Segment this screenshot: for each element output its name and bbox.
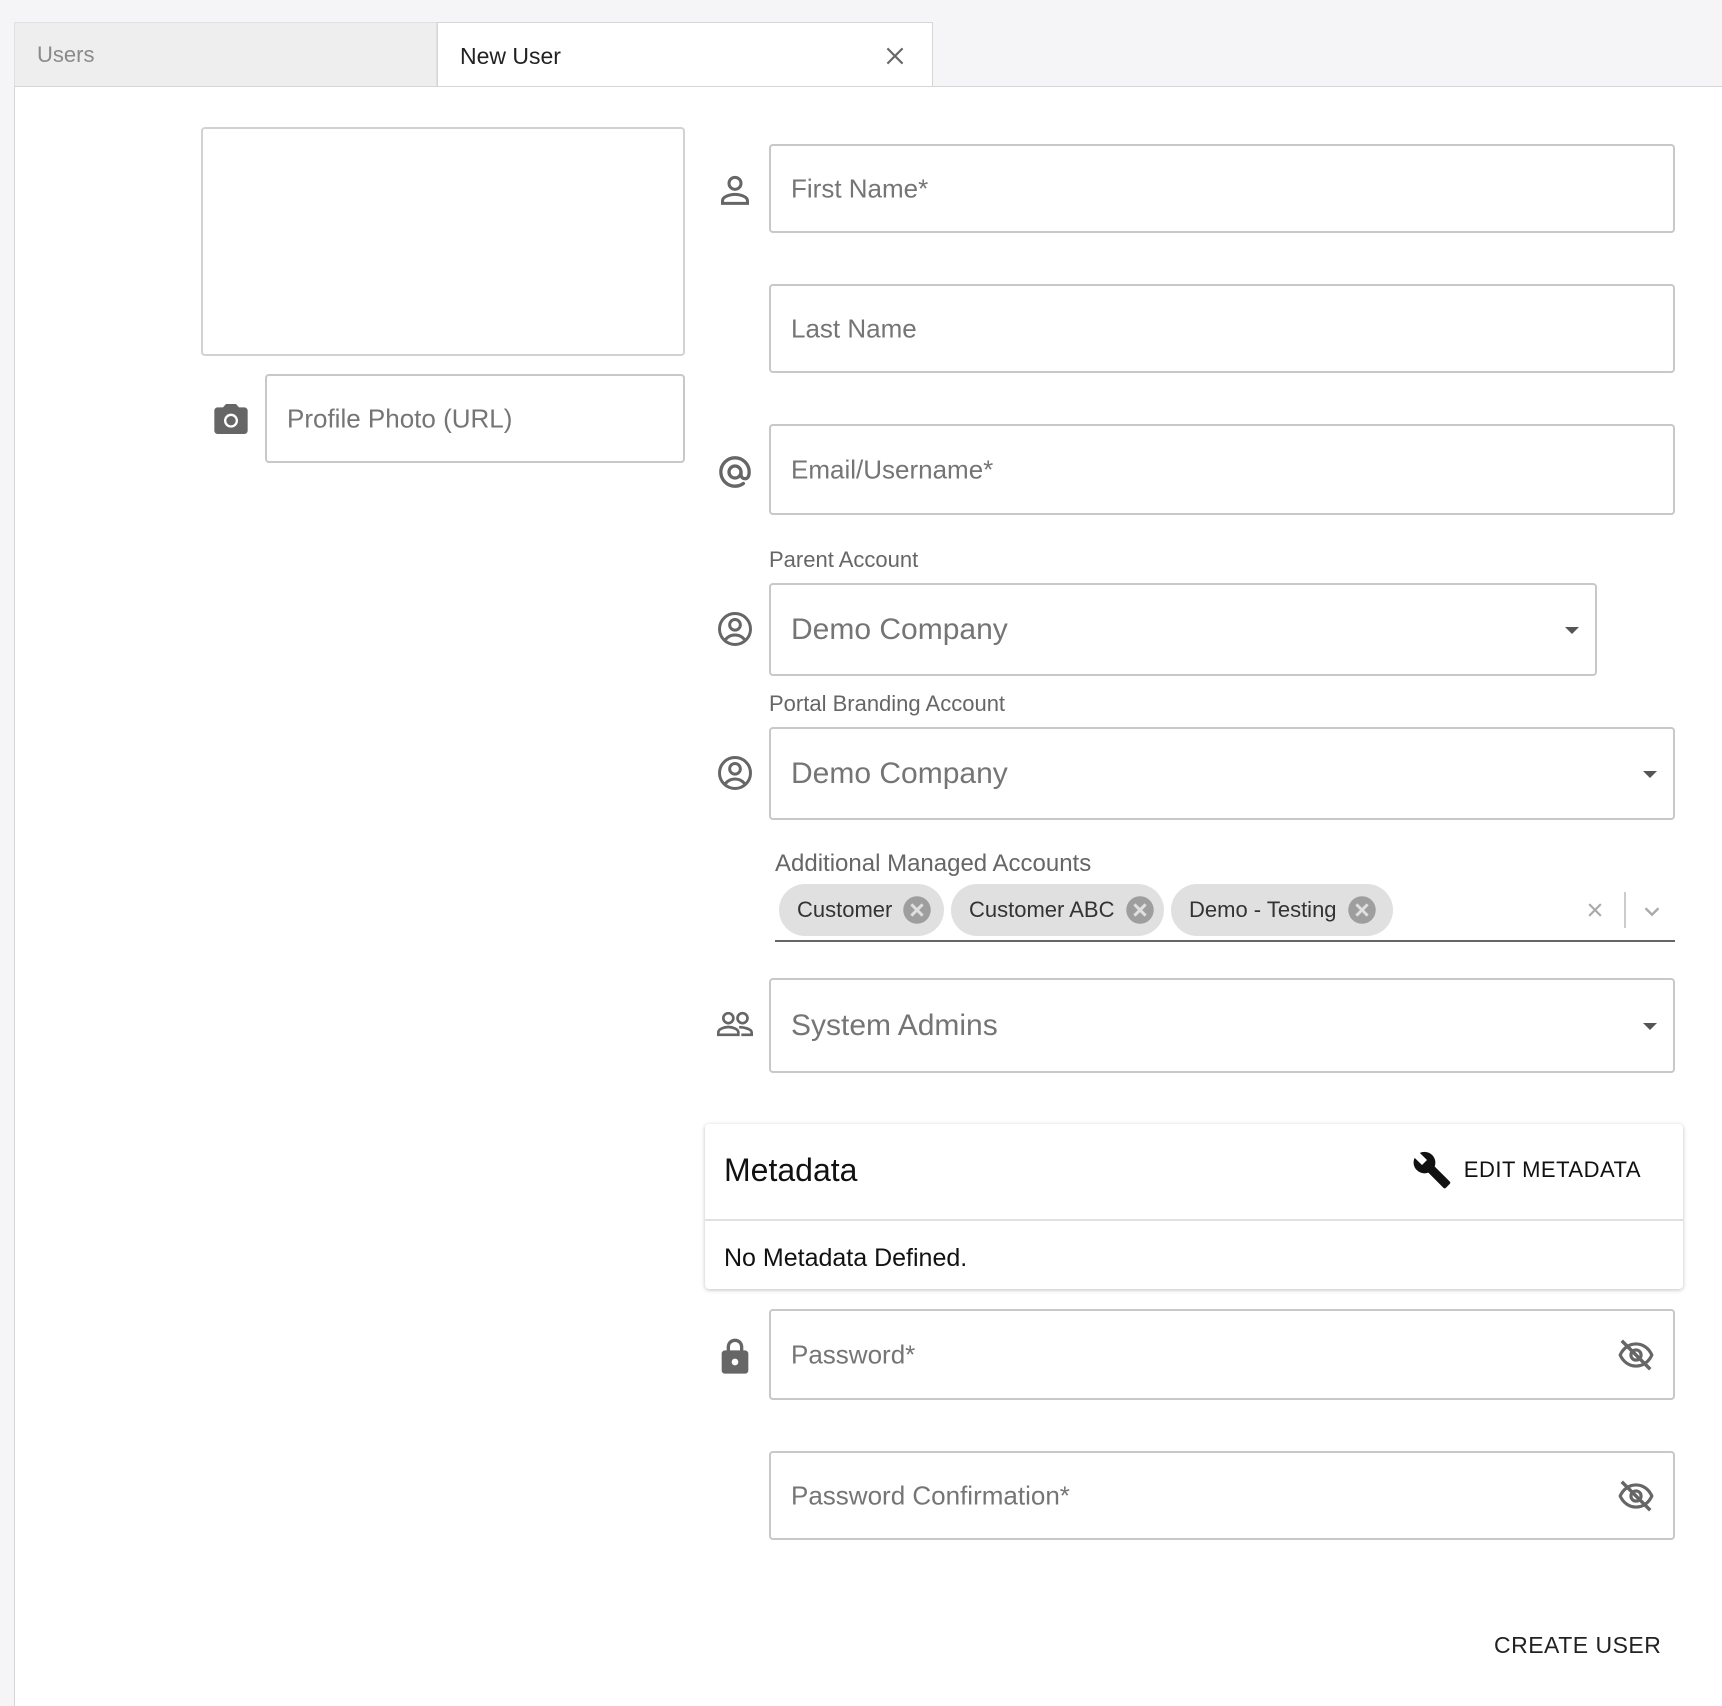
chevron-down-icon [1643,770,1657,778]
last-name-input[interactable]: Last Name [769,284,1675,373]
tab-new-user[interactable]: New User [437,22,933,88]
metadata-empty-text: No Metadata Defined. [724,1244,968,1272]
divider [1624,892,1626,928]
visibility-off-icon[interactable] [1617,1477,1655,1515]
password-input[interactable]: Password* [769,1309,1675,1400]
account-circle-icon [717,755,753,791]
portal-branding-account-value: Demo Company [791,756,1008,790]
edit-metadata-button[interactable]: EDIT METADATA [1412,1148,1641,1192]
wrench-icon [1413,1151,1451,1189]
clear-icon[interactable] [1585,900,1605,920]
chevron-down-icon[interactable] [1641,900,1663,922]
last-name-placeholder: Last Name [791,313,917,343]
chip-customer: Customer [779,884,944,936]
chip-label: Customer [797,897,893,922]
chip-customer-abc: Customer ABC [951,884,1164,936]
chip-label: Customer ABC [969,897,1115,922]
metadata-title: Metadata [724,1152,858,1188]
edit-metadata-label: EDIT METADATA [1463,1157,1641,1182]
portal-branding-account-select[interactable]: Demo Company [769,727,1675,820]
password-placeholder: Password* [791,1339,916,1369]
profile-photo-preview [201,127,685,356]
close-icon[interactable] [882,43,908,69]
first-name-input[interactable]: First Name* [769,144,1675,233]
group-icon [717,1011,753,1037]
chip-demo-testing: Demo - Testing [1171,884,1393,936]
parent-account-label: Parent Account [769,547,919,572]
first-name-placeholder: First Name* [791,173,929,203]
profile-photo-url-placeholder: Profile Photo (URL) [287,403,513,433]
camera-icon [214,404,248,434]
remove-chip-icon[interactable] [902,895,932,925]
visibility-off-icon[interactable] [1617,1336,1655,1374]
password-confirmation-input[interactable]: Password Confirmation* [769,1451,1675,1540]
lock-icon [721,1338,749,1374]
additional-managed-accounts-label: Additional Managed Accounts [775,850,1092,877]
parent-account-value: Demo Company [791,612,1008,646]
password-confirmation-placeholder: Password Confirmation* [791,1480,1070,1510]
create-user-button[interactable]: CREATE USER [1494,1632,1661,1659]
tab-new-user-label: New User [460,43,561,69]
additional-managed-accounts-multiselect[interactable]: Customer Customer ABC Demo - Testing [775,884,1675,942]
email-username-placeholder: Email/Username* [791,454,994,484]
new-user-form: Profile Photo (URL) First Name* Last Nam… [14,86,1722,1706]
portal-branding-account-label: Portal Branding Account [769,691,1006,716]
group-select[interactable]: System Admins [769,978,1675,1073]
remove-chip-icon[interactable] [1347,895,1377,925]
email-username-input[interactable]: Email/Username* [769,424,1675,515]
person-icon [721,175,749,205]
chevron-down-icon [1565,626,1579,634]
chip-label: Demo - Testing [1189,897,1337,922]
account-circle-icon [717,611,753,647]
parent-account-select[interactable]: Demo Company [769,583,1597,676]
tab-users[interactable]: Users [14,22,437,86]
remove-chip-icon[interactable] [1125,895,1155,925]
profile-photo-url-input[interactable]: Profile Photo (URL) [265,374,685,463]
at-sign-icon [719,456,751,488]
divider [705,1219,1683,1221]
tab-users-label: Users [37,42,95,67]
chevron-down-icon [1643,1022,1657,1030]
metadata-card: Metadata EDIT METADATA No Metadata Defin… [705,1124,1683,1289]
group-value: System Admins [791,1008,998,1042]
tab-bar: Users New User [0,0,1722,88]
